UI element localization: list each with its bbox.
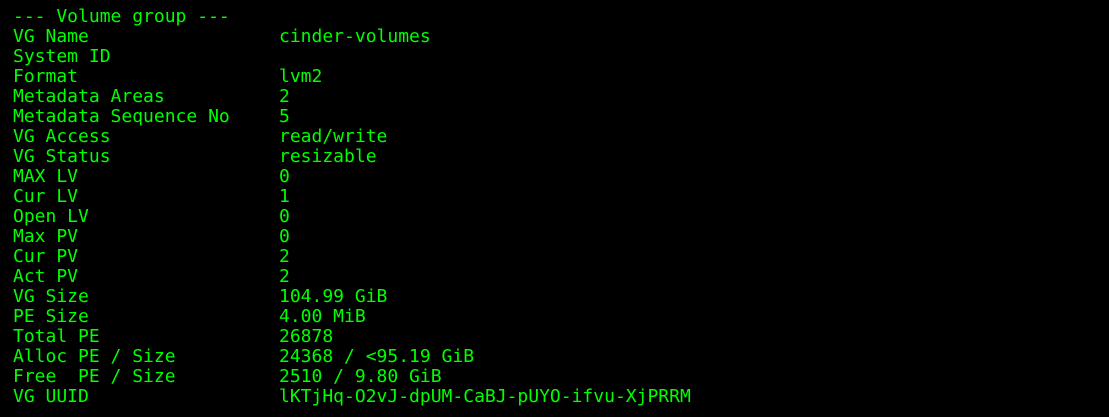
- vg-property-row: VG Name cinder-volumes: [13, 27, 1109, 47]
- vg-property-key: Max PV: [13, 226, 79, 247]
- vg-property-key: VG Name: [13, 26, 89, 47]
- vg-property-value: 5: [279, 106, 290, 127]
- vg-property-key: Cur PV: [13, 246, 79, 267]
- vg-property-key: Free PE / Size: [13, 366, 176, 387]
- vg-property-value: read/write: [279, 126, 388, 147]
- vg-property-value: 0: [279, 166, 290, 187]
- vg-property-row: Act PV 2: [13, 267, 1109, 287]
- vg-property-value: 0: [279, 226, 290, 247]
- vg-property-row: Total PE 26878: [13, 327, 1109, 347]
- vg-property-row: VG Access read/write: [13, 127, 1109, 147]
- volume-group-header: --- Volume group ---: [13, 7, 1109, 27]
- vg-property-key: VG Access: [13, 126, 111, 147]
- vg-property-value: 24368 / <95.19 GiB: [279, 346, 475, 367]
- header-text: --- Volume group ---: [13, 6, 230, 27]
- vg-property-value: 104.99 GiB: [279, 286, 388, 307]
- vg-property-value: lvm2: [279, 66, 323, 87]
- vg-property-value: 4.00 MiB: [279, 306, 366, 327]
- vg-property-key: MAX LV: [13, 166, 79, 187]
- vg-property-value: 2510 / 9.80 GiB: [279, 366, 442, 387]
- vg-property-row: System ID: [13, 47, 1109, 67]
- vg-property-key: Alloc PE / Size: [13, 346, 176, 367]
- vg-property-value: 1: [279, 186, 290, 207]
- vg-property-key: VG Size: [13, 286, 89, 307]
- vg-property-row: Alloc PE / Size 24368 / <95.19 GiB: [13, 347, 1109, 367]
- vg-property-row: MAX LV 0: [13, 167, 1109, 187]
- vg-property-key: Total PE: [13, 326, 100, 347]
- vg-properties-list: VG Name cinder-volumes System ID Format lvm2…: [13, 27, 1109, 407]
- vg-property-key: System ID: [13, 46, 111, 67]
- vg-property-value: cinder-volumes: [279, 26, 431, 47]
- vg-property-key: Metadata Sequence No: [13, 106, 230, 127]
- vg-property-value: 26878: [279, 326, 334, 347]
- vg-property-key: Metadata Areas: [13, 86, 165, 107]
- vg-property-row: Cur LV 1: [13, 187, 1109, 207]
- vg-property-key: Cur LV: [13, 186, 79, 207]
- vg-property-row: Metadata Sequence No 5: [13, 107, 1109, 127]
- vg-property-key: Open LV: [13, 206, 89, 227]
- vg-property-value: 0: [279, 206, 290, 227]
- vg-property-value: 2: [279, 86, 290, 107]
- vg-property-value: lKTjHq-O2vJ-dpUM-CaBJ-pUYO-ifvu-XjPRRM: [279, 386, 691, 407]
- vg-property-row: VG Status resizable: [13, 147, 1109, 167]
- vg-property-row: Free PE / Size 2510 / 9.80 GiB: [13, 367, 1109, 387]
- vg-property-key: VG UUID: [13, 386, 89, 407]
- vg-property-row: Cur PV 2: [13, 247, 1109, 267]
- vg-property-value: 2: [279, 246, 290, 267]
- vg-property-key: VG Status: [13, 146, 111, 167]
- vg-property-value: 2: [279, 266, 290, 287]
- vg-property-key: PE Size: [13, 306, 89, 327]
- vg-property-key: Format: [13, 66, 79, 87]
- vg-property-value: resizable: [279, 146, 377, 167]
- vg-property-row: Max PV 0: [13, 227, 1109, 247]
- vg-property-row: VG UUID lKTjHq-O2vJ-dpUM-CaBJ-pUYO-ifvu-X…: [13, 387, 1109, 407]
- vg-property-row: Format lvm2: [13, 67, 1109, 87]
- vg-property-row: Open LV 0: [13, 207, 1109, 227]
- terminal-window[interactable]: --- Volume group --- VG Name cinder-volum…: [0, 0, 1109, 417]
- vg-property-row: Metadata Areas 2: [13, 87, 1109, 107]
- vg-property-row: VG Size 104.99 GiB: [13, 287, 1109, 307]
- vg-property-row: PE Size 4.00 MiB: [13, 307, 1109, 327]
- vg-property-key: Act PV: [13, 266, 79, 287]
